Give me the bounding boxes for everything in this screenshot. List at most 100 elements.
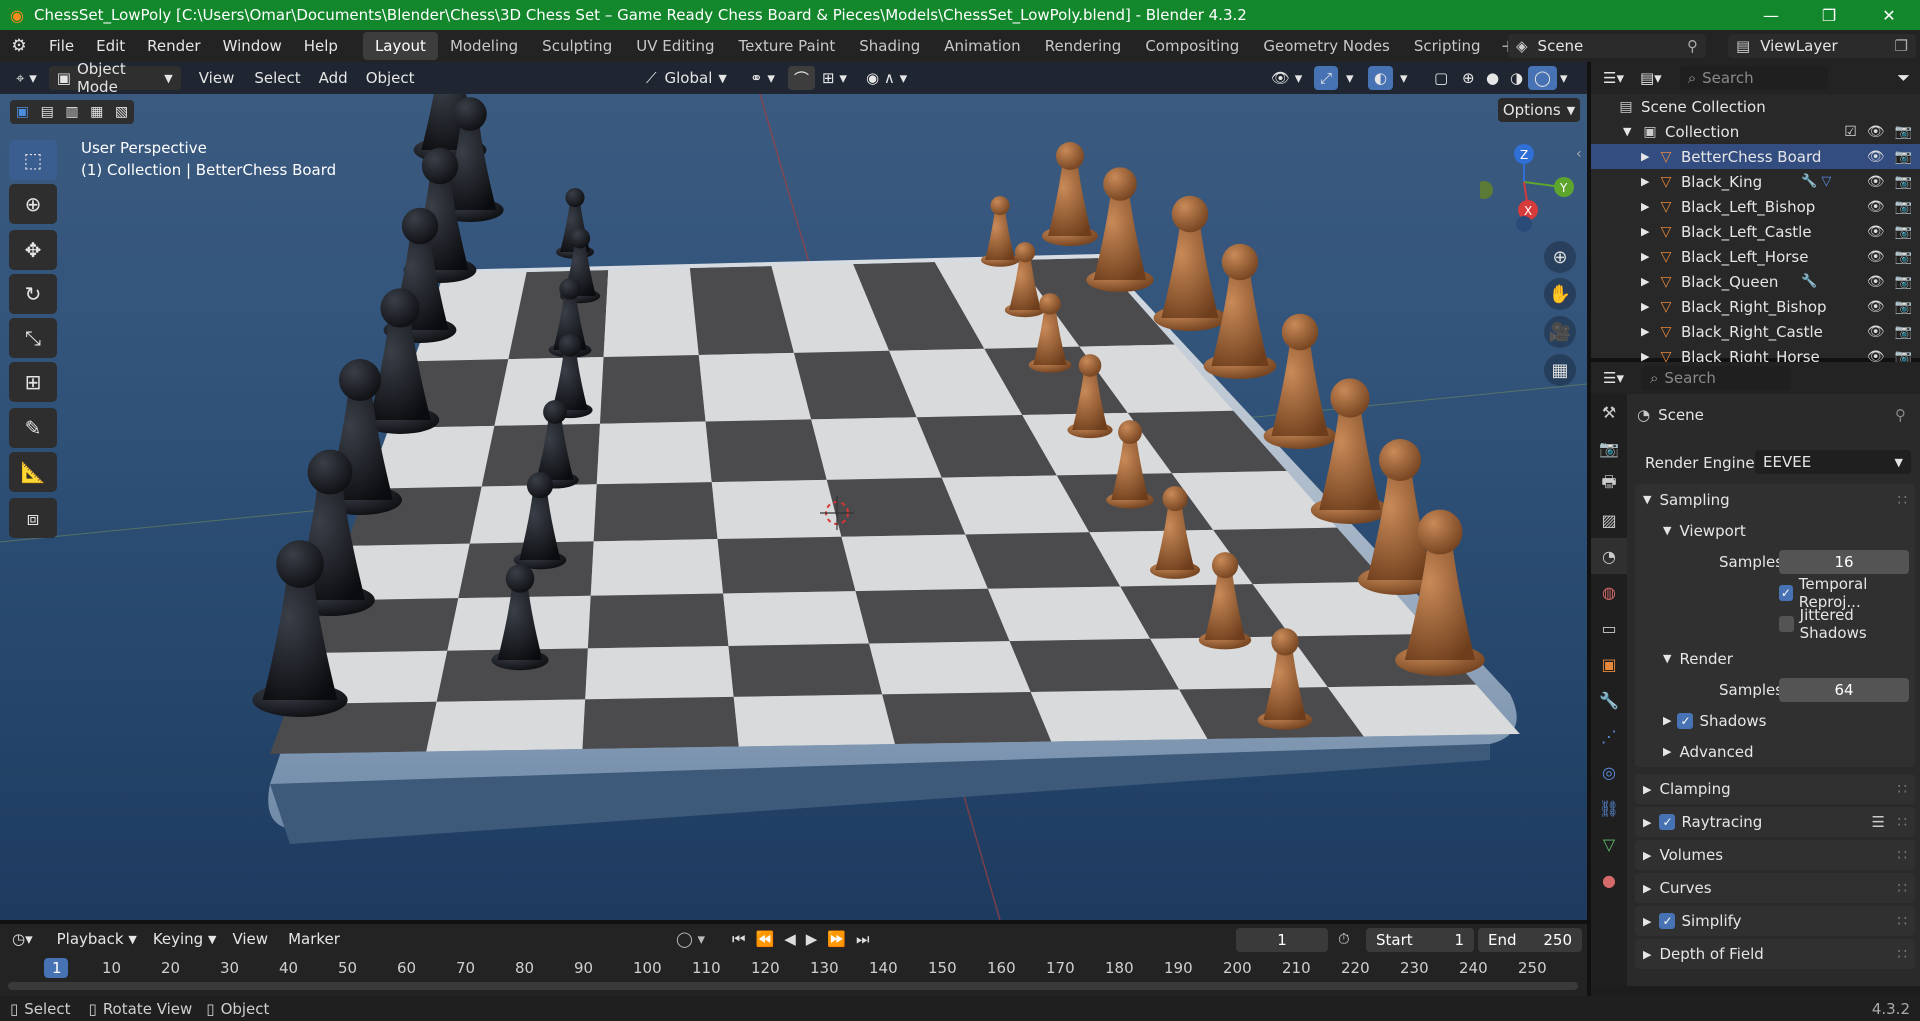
camera-icon[interactable]: 📷: [1895, 324, 1912, 340]
outliner-item[interactable]: ▶ ▽ Black_Left_Bishop 👁 📷: [1591, 194, 1920, 219]
gizmo-toggle-icon[interactable]: ⤢: [1314, 66, 1339, 90]
solid-shading-icon[interactable]: ●: [1480, 66, 1505, 90]
eye-icon[interactable]: 👁: [1867, 224, 1885, 240]
sidebar-toggle-icon[interactable]: ‹: [1576, 146, 1582, 162]
tab-shading[interactable]: Shading: [847, 32, 932, 60]
current-frame-field[interactable]: 1: [1236, 928, 1328, 952]
render-tab-icon[interactable]: 📷: [1591, 430, 1627, 466]
transform-orientation-dropdown[interactable]: ⟋ Global ▼: [640, 66, 733, 90]
zoom-icon[interactable]: ⊕: [1544, 241, 1576, 273]
3d-viewport[interactable]: Options ▼: [0, 94, 1587, 920]
play-reverse-icon[interactable]: ◀: [784, 930, 796, 948]
chevron-right-icon[interactable]: ▶: [1641, 275, 1657, 288]
menu-render[interactable]: Render: [136, 37, 211, 55]
tool-tab-icon[interactable]: ⚒: [1591, 394, 1627, 430]
select-new-icon[interactable]: ▣: [16, 104, 29, 120]
outliner-editor-icon[interactable]: ☰▾: [1603, 69, 1624, 87]
camera-icon[interactable]: 📷: [1895, 249, 1912, 265]
shading-dropdown[interactable]: ▾: [1554, 66, 1574, 90]
editor-type-dropdown[interactable]: ⌖ ▾: [10, 66, 43, 90]
mode-dropdown[interactable]: ▣ Object Mode ▼: [48, 60, 181, 96]
pan-hand-icon[interactable]: ✋: [1544, 278, 1576, 310]
chevron-right-icon[interactable]: ▶: [1641, 225, 1657, 238]
outliner-item[interactable]: ▶ ▽ Black_Right_Bishop 👁 📷: [1591, 294, 1920, 319]
drag-handle-icon[interactable]: ∷: [1897, 945, 1907, 963]
select-box-tool-icon[interactable]: ⬚: [9, 140, 57, 180]
outliner-collection[interactable]: ▼ ▣ Collection ☑ 👁 📷: [1591, 119, 1920, 144]
chess-piece[interactable]: [1153, 195, 1227, 331]
end-frame-field[interactable]: End 250: [1478, 928, 1582, 952]
eye-icon[interactable]: 👁: [1867, 149, 1885, 165]
select-subtract-icon[interactable]: ▥: [65, 104, 78, 120]
add-cube-tool-icon[interactable]: ⧈: [9, 498, 57, 538]
menu-view[interactable]: View: [193, 66, 241, 90]
timeline-scrollbar[interactable]: [8, 982, 1578, 990]
transform-tool-icon[interactable]: ⊞: [9, 362, 57, 402]
overlay-dropdown[interactable]: ▾: [1394, 66, 1414, 90]
chess-piece[interactable]: [1310, 378, 1390, 524]
physics-tab-icon[interactable]: ◎: [1591, 754, 1627, 790]
menu-marker[interactable]: Marker: [282, 927, 346, 951]
viewport-subpanel-header[interactable]: ▼ Viewport: [1635, 515, 1915, 546]
tab-compositing[interactable]: Compositing: [1133, 32, 1251, 60]
object-tab-icon[interactable]: ▣: [1591, 646, 1627, 682]
menu-file[interactable]: File: [38, 37, 85, 55]
shadows-subpanel-header[interactable]: ▶ ✓ Shadows: [1635, 705, 1915, 736]
camera-icon[interactable]: 📷: [1895, 149, 1912, 165]
visibility-icon[interactable]: 👁 ▾: [1265, 66, 1308, 90]
rendered-shading-icon[interactable]: ◯: [1528, 66, 1557, 90]
camera-view-icon[interactable]: 🎥: [1544, 316, 1576, 348]
select-invert-icon[interactable]: ▦: [90, 104, 103, 120]
collection-tab-icon[interactable]: ▭: [1591, 610, 1627, 646]
camera-icon[interactable]: 📷: [1895, 224, 1912, 240]
pin-icon[interactable]: ⚲: [1687, 37, 1698, 55]
constraints-tab-icon[interactable]: ⛓: [1591, 790, 1627, 826]
viewlayer-selector[interactable]: ▤ ViewLayer ❐: [1728, 34, 1916, 58]
material-shading-icon[interactable]: ◑: [1504, 66, 1529, 90]
render-subpanel-header[interactable]: ▼ Render: [1635, 643, 1915, 674]
properties-search-input[interactable]: ⌕ Search: [1641, 366, 1790, 390]
snap-icon[interactable]: ⌒: [788, 66, 816, 90]
copy-icon[interactable]: ❐: [1895, 37, 1908, 55]
eye-icon[interactable]: 👁: [1867, 324, 1885, 340]
temporal-reprojection-row[interactable]: ✓ Temporal Reproj...: [1635, 575, 1915, 611]
tab-scripting[interactable]: Scripting: [1402, 32, 1493, 60]
drag-handle-icon[interactable]: ∷: [1897, 813, 1907, 831]
viewport-samples-field[interactable]: 16: [1779, 549, 1909, 574]
eye-icon[interactable]: 👁: [1867, 174, 1885, 190]
tab-animation[interactable]: Animation: [932, 32, 1032, 60]
chess-piece[interactable]: [1042, 142, 1098, 246]
menu-window[interactable]: Window: [212, 37, 293, 55]
filter-icon[interactable]: ⏷: [1897, 68, 1910, 88]
section-curves[interactable]: ▶ Curves ∷: [1635, 873, 1915, 903]
jittered-checkbox[interactable]: [1779, 615, 1794, 632]
menu-add[interactable]: Add: [313, 66, 354, 90]
snap-target-icon[interactable]: ⊞ ▾: [816, 66, 853, 90]
data-tab-icon[interactable]: ▽: [1591, 826, 1627, 862]
modifier-icon[interactable]: 🔧 ▽: [1801, 174, 1831, 189]
next-keyframe-icon[interactable]: ⏩: [827, 930, 846, 948]
auto-keying-icon[interactable]: ◯ ▾: [676, 930, 705, 948]
menu-help[interactable]: Help: [293, 37, 349, 55]
annotate-tool-icon[interactable]: ✎: [9, 408, 57, 448]
tab-geometry-nodes[interactable]: Geometry Nodes: [1251, 32, 1402, 60]
section-checkbox[interactable]: ✓: [1659, 814, 1676, 830]
section-raytracing[interactable]: ▶ ✓ Raytracing ☰ ∷: [1635, 807, 1915, 837]
wireframe-shading-icon[interactable]: ⊕: [1456, 66, 1481, 90]
checkbox-icon[interactable]: ☑: [1844, 124, 1857, 140]
tab-sculpting[interactable]: Sculpting: [530, 32, 624, 60]
particles-tab-icon[interactable]: ⋰: [1591, 718, 1627, 754]
chevron-right-icon[interactable]: ▶: [1641, 150, 1657, 163]
timeline-editor-icon[interactable]: ◷▾: [12, 930, 33, 948]
shadows-checkbox[interactable]: ✓: [1677, 712, 1694, 729]
menu-playback[interactable]: Playback ▼: [51, 927, 143, 951]
chevron-down-icon[interactable]: ▼: [1623, 125, 1641, 138]
section-checkbox[interactable]: ✓: [1659, 913, 1676, 929]
overlay-toggle-icon[interactable]: ◐: [1368, 66, 1394, 90]
drag-handle-icon[interactable]: ∷: [1897, 780, 1907, 798]
menu-edit[interactable]: Edit: [85, 37, 136, 55]
outliner-item[interactable]: ▶ ▽ Black_King 🔧 ▽ 👁 📷: [1591, 169, 1920, 194]
list-icon[interactable]: ☰: [1872, 813, 1885, 831]
outliner-item[interactable]: ▶ ▽ Black_Queen 🔧 👁 📷: [1591, 269, 1920, 294]
chess-piece[interactable]: [980, 196, 1020, 267]
